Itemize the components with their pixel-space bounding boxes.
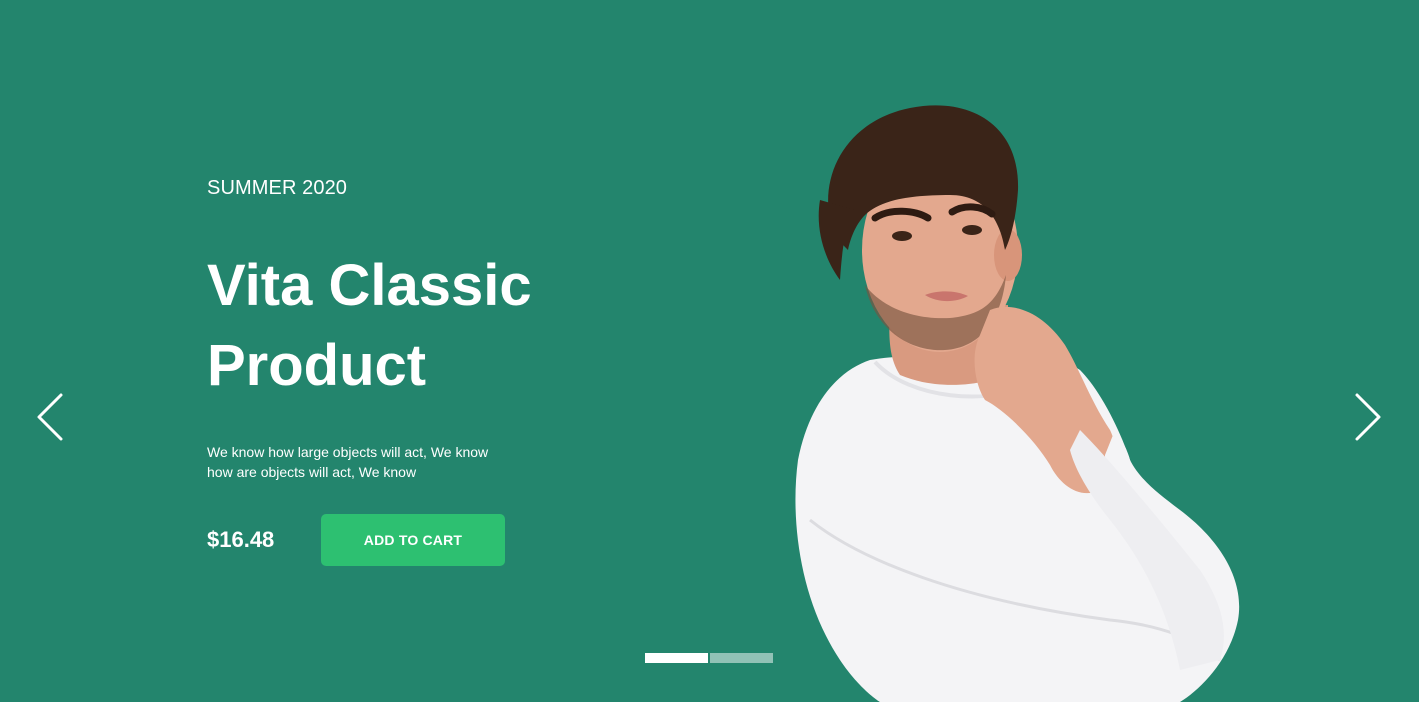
add-to-cart-button[interactable]: ADD TO CART [321,514,505,566]
carousel-dot-1[interactable] [645,653,708,663]
hero-content: SUMMER 2020 Vita Classic Product We know… [207,176,627,566]
chevron-right-icon[interactable] [1354,392,1384,442]
chevron-left-icon[interactable] [34,392,64,442]
product-title-line2: Product [207,333,427,398]
carousel-dot-2[interactable] [710,653,773,663]
model-image [795,105,1240,702]
carousel-indicators [645,653,773,663]
season-label: SUMMER 2020 [207,177,348,199]
product-title: Vita Classic Product [207,246,567,406]
buy-row: $16.48 ADD TO CART [207,514,627,566]
product-description: We know how large objects will act, We k… [207,444,489,480]
product-price: $16.48 [207,527,275,552]
product-title-line1: Vita Classic [207,253,532,318]
hero-slider: SUMMER 2020 Vita Classic Product We know… [0,0,1419,702]
